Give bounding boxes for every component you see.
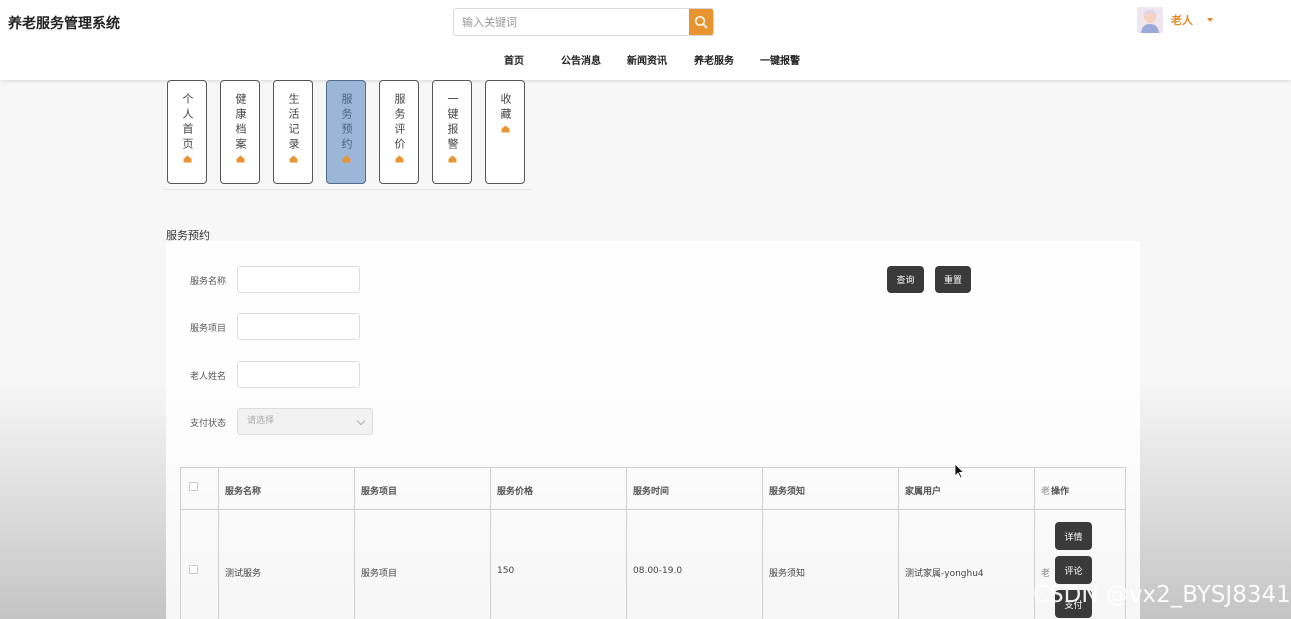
elder-cell: 老 <box>1041 569 1051 579</box>
watermark: CSDN @vx2_BYSJ8341 <box>1033 582 1291 608</box>
search-icon <box>694 15 708 29</box>
main-nav: 首页 公告消息 新闻资讯 养老服务 一键报警 <box>0 52 1291 68</box>
elder-name-label: 老人姓名 <box>190 372 227 382</box>
home-icon <box>236 155 244 163</box>
service-name-input[interactable] <box>237 266 360 293</box>
tab-label: 生活记录 <box>287 93 300 153</box>
tab-label: 服务评价 <box>393 93 406 153</box>
elder-name-input[interactable] <box>237 361 360 388</box>
search-button[interactable] <box>689 9 713 35</box>
top-header: 养老服务管理系统 老人 首页 公告消息 新闻资讯 养老服务 一键报警 <box>0 0 1291 80</box>
app-title: 养老服务管理系统 <box>8 16 120 32</box>
tab-emergency-alarm[interactable]: 一键报警 <box>432 80 472 184</box>
user-menu[interactable]: 老人 <box>1137 6 1213 34</box>
column-header: 服务价格 <box>497 487 534 497</box>
avatar <box>1137 7 1163 33</box>
mouse-cursor-icon <box>954 463 964 479</box>
tab-health-records[interactable]: 健康档案 <box>220 80 260 184</box>
home-icon <box>342 155 350 163</box>
service-item-input[interactable] <box>237 313 360 340</box>
nav-item-elder-services[interactable]: 养老服务 <box>694 52 734 67</box>
home-icon <box>501 125 509 133</box>
service-name-cell: 测试服务 <box>225 569 262 579</box>
divider <box>162 189 532 190</box>
price-cell: 150 <box>497 566 515 576</box>
pay-status-label: 支付状态 <box>190 419 227 429</box>
chevron-down-icon <box>356 416 366 426</box>
tab-service-booking[interactable]: 服务预约 <box>326 80 366 184</box>
tab-personal-home[interactable]: 个人首页 <box>167 80 207 184</box>
select-all-checkbox[interactable] <box>189 482 198 491</box>
home-icon <box>448 155 456 163</box>
tab-service-review[interactable]: 服务评价 <box>379 80 419 184</box>
column-header: 操作 <box>1051 487 1070 497</box>
search-box <box>453 8 714 36</box>
column-header: 服务名称 <box>225 487 262 497</box>
reset-button[interactable]: 重置 <box>935 266 971 293</box>
pay-status-placeholder: 请选择 <box>247 416 275 426</box>
tab-label: 个人首页 <box>181 93 194 153</box>
nav-item-news[interactable]: 新闻资讯 <box>627 52 667 67</box>
home-icon <box>289 155 297 163</box>
home-icon <box>183 155 191 163</box>
column-header: 家属用户 <box>905 487 942 497</box>
service-item-cell: 服务项目 <box>361 569 398 579</box>
home-icon <box>395 155 403 163</box>
family-user-cell: 测试家属-yonghu4 <box>905 569 984 579</box>
service-name-label: 服务名称 <box>190 277 227 287</box>
table-header: 服务名称 服务项目 服务价格 服务时间 服务须知 家属用户 老 操作 <box>181 468 1125 510</box>
tab-life-records[interactable]: 生活记录 <box>273 80 313 184</box>
row-checkbox[interactable] <box>189 565 198 574</box>
pay-status-select[interactable]: 请选择 <box>237 408 373 435</box>
chevron-down-icon[interactable] <box>1207 18 1213 22</box>
column-header: 服务须知 <box>769 487 806 497</box>
column-header: 服务时间 <box>633 487 670 497</box>
tab-label: 服务预约 <box>340 93 353 153</box>
booking-table: 服务名称 服务项目 服务价格 服务时间 服务须知 家属用户 老 操作 测试服务 … <box>180 467 1126 619</box>
tab-label: 收藏 <box>499 93 512 123</box>
nav-item-home[interactable]: 首页 <box>504 52 524 67</box>
user-name: 老人 <box>1171 14 1193 27</box>
column-header: 服务项目 <box>361 487 398 497</box>
table-row: 测试服务 服务项目 150 08.00-19.0 服务须知 测试家属-yongh… <box>181 511 1125 619</box>
query-button[interactable]: 查询 <box>887 266 924 293</box>
nav-item-notices[interactable]: 公告消息 <box>561 52 601 67</box>
time-cell: 08.00-19.0 <box>633 566 683 576</box>
notice-cell: 服务须知 <box>769 569 806 579</box>
details-button[interactable]: 详情 <box>1055 522 1092 550</box>
tab-label: 一键报警 <box>446 93 459 153</box>
column-header: 老 <box>1041 487 1051 497</box>
tab-label: 健康档案 <box>234 93 247 153</box>
comment-button[interactable]: 评论 <box>1055 556 1092 584</box>
service-item-label: 服务项目 <box>190 324 227 334</box>
nav-item-emergency-alarm[interactable]: 一键报警 <box>760 52 800 67</box>
tab-favorites[interactable]: 收藏 <box>485 80 525 184</box>
search-input[interactable] <box>454 9 690 35</box>
